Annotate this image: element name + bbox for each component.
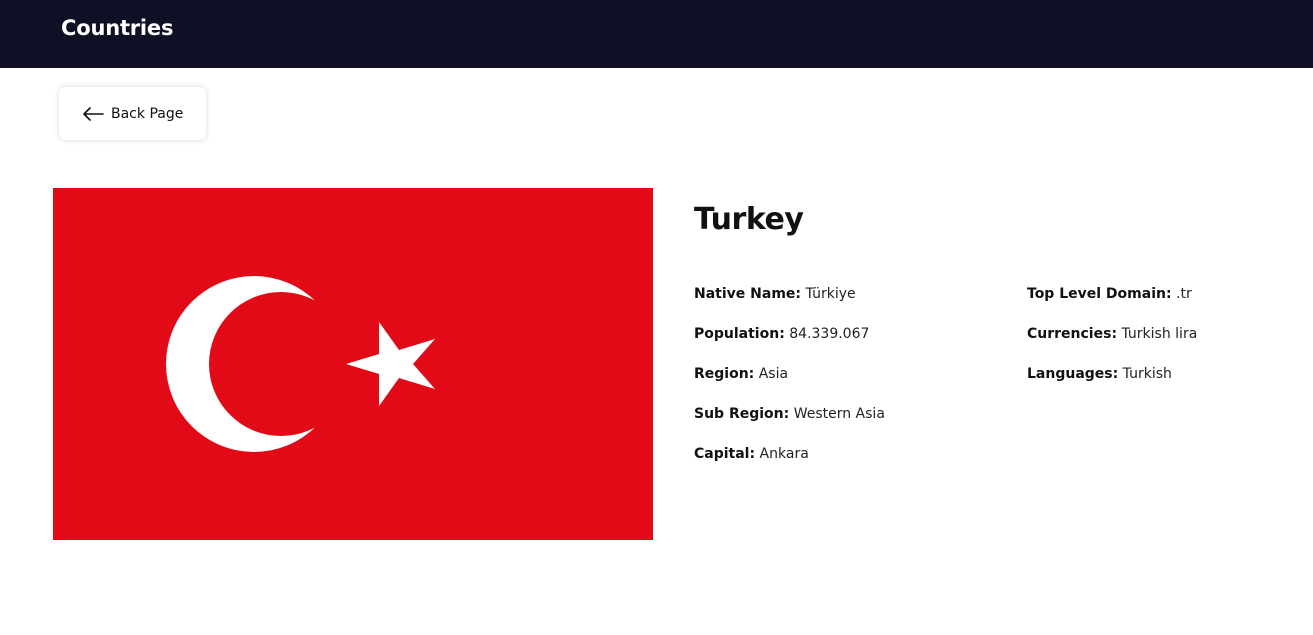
detail-languages: Languages: Turkish	[1027, 366, 1197, 406]
details-right-column: Top Level Domain: .tr Currencies: Turkis…	[1027, 286, 1197, 406]
arrow-left-icon	[82, 106, 104, 122]
detail-value: Asia	[758, 366, 789, 382]
detail-label: Population:	[694, 326, 785, 342]
detail-top-level-domain: Top Level Domain: .tr	[1027, 286, 1197, 326]
flag-graphic	[53, 188, 653, 540]
detail-label: Native Name:	[694, 286, 801, 302]
detail-value: Türkiye	[805, 286, 856, 302]
country-flag-image	[53, 188, 653, 540]
detail-population: Population: 84.339.067	[694, 326, 885, 366]
detail-label: Capital:	[694, 446, 756, 462]
detail-label: Sub Region:	[694, 406, 790, 422]
detail-label: Currencies:	[1027, 326, 1118, 342]
detail-currencies: Currencies: Turkish lira	[1027, 326, 1197, 366]
top-header: Countries	[0, 0, 1313, 68]
detail-value: Ankara	[759, 446, 809, 462]
detail-value: Turkish	[1122, 366, 1172, 382]
country-name-heading: Turkey	[694, 202, 804, 237]
back-button[interactable]: Back Page	[59, 87, 206, 140]
detail-region: Region: Asia	[694, 366, 885, 406]
detail-value: .tr	[1176, 286, 1192, 302]
detail-label: Top Level Domain:	[1027, 286, 1172, 302]
detail-value: Western Asia	[793, 406, 885, 422]
detail-value: Turkish lira	[1121, 326, 1198, 342]
app-title[interactable]: Countries	[61, 16, 173, 40]
detail-value: 84.339.067	[789, 326, 870, 342]
detail-capital: Capital: Ankara	[694, 446, 885, 486]
detail-label: Languages:	[1027, 366, 1119, 382]
details-left-column: Native Name: Türkiye Population: 84.339.…	[694, 286, 885, 486]
detail-label: Region:	[694, 366, 755, 382]
detail-native-name: Native Name: Türkiye	[694, 286, 885, 326]
back-button-label: Back Page	[111, 105, 184, 122]
detail-sub-region: Sub Region: Western Asia	[694, 406, 885, 446]
